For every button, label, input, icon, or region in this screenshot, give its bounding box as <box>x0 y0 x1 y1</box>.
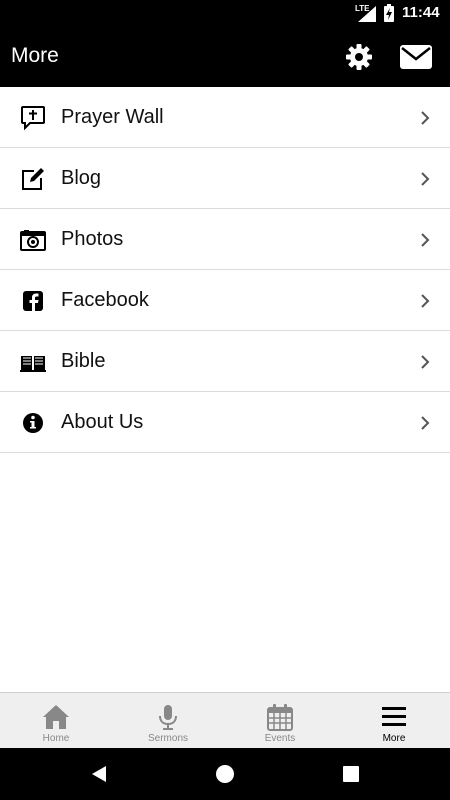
tab-label: More <box>382 733 406 744</box>
page-title: More <box>11 44 59 67</box>
status-bar: LTE 11:44 <box>0 0 450 26</box>
tab-sermons[interactable]: Sermons <box>112 693 224 749</box>
mail-icon[interactable] <box>400 45 432 69</box>
chevron-right-icon <box>421 294 430 308</box>
menu-item-label: Bible <box>61 350 106 372</box>
menu-item-label: Prayer Wall <box>61 106 164 128</box>
signal-icon <box>358 6 376 22</box>
calendar-icon <box>267 704 293 731</box>
menu-item-label: Facebook <box>61 289 149 311</box>
bottom-tab-bar: Home Sermons Events More <box>0 692 450 748</box>
menu-item-facebook[interactable]: Facebook <box>0 270 450 331</box>
tab-label: Events <box>264 733 296 744</box>
home-icon <box>43 705 69 729</box>
chevron-right-icon <box>421 111 430 125</box>
clock: 11:44 <box>402 4 440 21</box>
menu-item-blog[interactable]: Blog <box>0 148 450 209</box>
tab-label: Sermons <box>147 733 188 744</box>
menu-item-prayer-wall[interactable]: Prayer Wall <box>0 87 450 148</box>
prayer-icon <box>21 106 45 131</box>
tab-label: Home <box>42 733 70 744</box>
gear-icon[interactable] <box>345 43 373 71</box>
chevron-right-icon <box>421 233 430 247</box>
back-icon[interactable] <box>88 762 112 786</box>
info-icon <box>23 413 43 433</box>
chevron-right-icon <box>421 416 430 430</box>
menu-item-label: Blog <box>61 167 102 189</box>
tab-more[interactable]: More <box>338 693 450 749</box>
camera-icon <box>20 230 46 251</box>
menu-item-bible[interactable]: Bible <box>0 331 450 392</box>
menu-item-photos[interactable]: Photos <box>0 209 450 270</box>
home-nav-icon[interactable] <box>213 762 237 786</box>
app-bar: More <box>0 26 450 87</box>
menu-item-about-us[interactable]: About Us <box>0 392 450 453</box>
battery-icon <box>384 4 394 22</box>
menu-item-label: About Us <box>61 411 144 433</box>
menu-list: Prayer Wall Blog Photos Facebook Bible A… <box>0 87 450 453</box>
facebook-icon <box>23 291 43 311</box>
tab-events[interactable]: Events <box>224 693 336 749</box>
system-nav-bar <box>0 748 450 800</box>
microphone-icon <box>159 705 177 730</box>
chevron-right-icon <box>421 172 430 186</box>
book-icon <box>20 356 46 372</box>
menu-icon <box>382 707 406 726</box>
menu-item-label: Photos <box>61 228 124 250</box>
tab-home[interactable]: Home <box>0 693 112 749</box>
recents-icon[interactable] <box>339 762 363 786</box>
edit-icon <box>22 168 44 190</box>
chevron-right-icon <box>421 355 430 369</box>
